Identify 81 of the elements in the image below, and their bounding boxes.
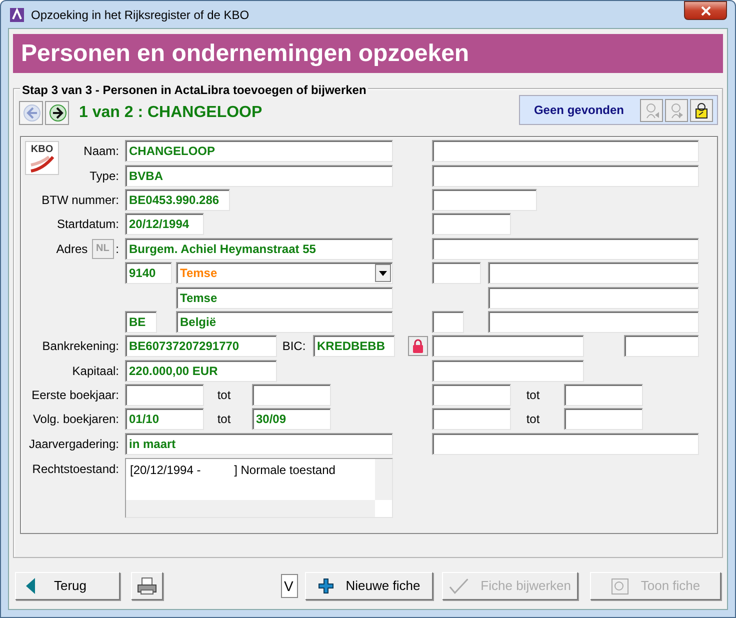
close-icon [700,6,710,16]
text-field[interactable] [252,384,331,406]
next-button[interactable] [45,101,69,125]
name-field[interactable]: CHANGELOOP [125,140,393,162]
back-button[interactable]: Terug [15,572,120,600]
field-label: tot [525,411,541,428]
text-field[interactable] [488,310,699,333]
print-button[interactable] [131,572,163,600]
text-field[interactable] [488,286,699,309]
meeting-field[interactable]: in maart [125,432,393,455]
field-label: Eerste boekjaar: [32,387,119,404]
scrollbar[interactable] [126,500,375,518]
padlock-icon [412,339,424,354]
text-field[interactable] [564,384,643,406]
text-field[interactable] [432,408,511,430]
scrollbar[interactable] [375,459,392,500]
printer-icon [137,577,157,595]
caret-down-icon [379,270,387,276]
check-icon [449,578,469,594]
text-field[interactable]: BE60737207291770 [125,335,277,358]
logo-text: KBO [30,144,54,156]
field-label: Naam: [84,143,119,160]
field-label: Startdatum: [56,216,119,234]
field-label: Kapitaal: [72,362,119,380]
window-title: Opzoeking in het Rijksregister of de KBO [31,6,250,24]
field-label: tot [525,387,541,404]
triangle-left-icon [26,578,36,594]
dropdown-button[interactable] [375,264,391,282]
field-label: Bankrekening: [42,338,119,356]
field-label: tot [216,411,232,428]
text-field[interactable] [125,384,204,406]
field-label: tot [216,387,232,404]
record-position: 1 van 2 : CHANGELOOP [79,103,262,123]
text-field[interactable]: 01/10 [125,408,204,430]
text-field[interactable]: KREDBEBB [313,335,395,358]
field-label: Rechtstoestand: [32,461,119,478]
text-field[interactable] [432,213,511,236]
text-field[interactable]: 9140 [125,262,172,284]
text-field[interactable]: België [176,310,393,333]
page-banner: Personen en ondernemingen opzoeken [13,34,723,73]
text-field[interactable]: 30/09 [252,408,331,430]
text-field[interactable]: BE [125,310,157,333]
text-field[interactable] [432,188,537,211]
municipality-field[interactable]: Temse [176,286,393,309]
text-field[interactable] [432,310,464,333]
card-icon [610,577,629,595]
swoosh-icon [29,155,55,174]
capital-field[interactable]: 220.000,00 EUR [125,360,277,382]
lock-button[interactable] [408,336,428,356]
text-field[interactable] [432,432,699,455]
text-field[interactable] [432,238,699,260]
label-colon: : [116,240,119,258]
close-button[interactable] [684,1,727,20]
field-label: Type: [90,168,119,185]
plus-icon [318,578,334,594]
text-field[interactable] [488,262,699,284]
flag-field[interactable]: V [281,574,298,598]
text-field[interactable] [432,335,584,358]
text-field[interactable] [432,164,699,187]
person-lock-icon [693,102,710,118]
text-field[interactable] [432,384,511,406]
arrow-right-icon [47,102,67,124]
text-field[interactable] [432,360,584,382]
text-field[interactable] [432,140,699,162]
field-label: BTW nummer: [42,192,119,209]
type-field[interactable]: BVBA [125,164,393,187]
app-icon [9,6,25,22]
status-text: Geen gevonden [534,102,624,119]
field-label: BIC: [281,338,307,356]
text-field[interactable] [624,335,699,358]
street-field[interactable]: Burgem. Achiel Heymanstraat 55 [125,238,393,260]
text-field[interactable] [432,262,481,284]
start-date-field[interactable]: 20/12/1994 [125,213,204,236]
arrow-left-icon [21,102,41,124]
text-field[interactable] [564,408,643,430]
field-label: Jaarvergadering: [28,436,119,453]
new-record-button[interactable]: Nieuwe fiche [305,572,433,600]
field-label: Volg. boekjaren: [32,411,119,428]
vat-number-field[interactable]: BE0453.990.286 [125,188,230,211]
field-label: Adres [56,240,88,258]
lock-person-button[interactable] [690,98,713,122]
